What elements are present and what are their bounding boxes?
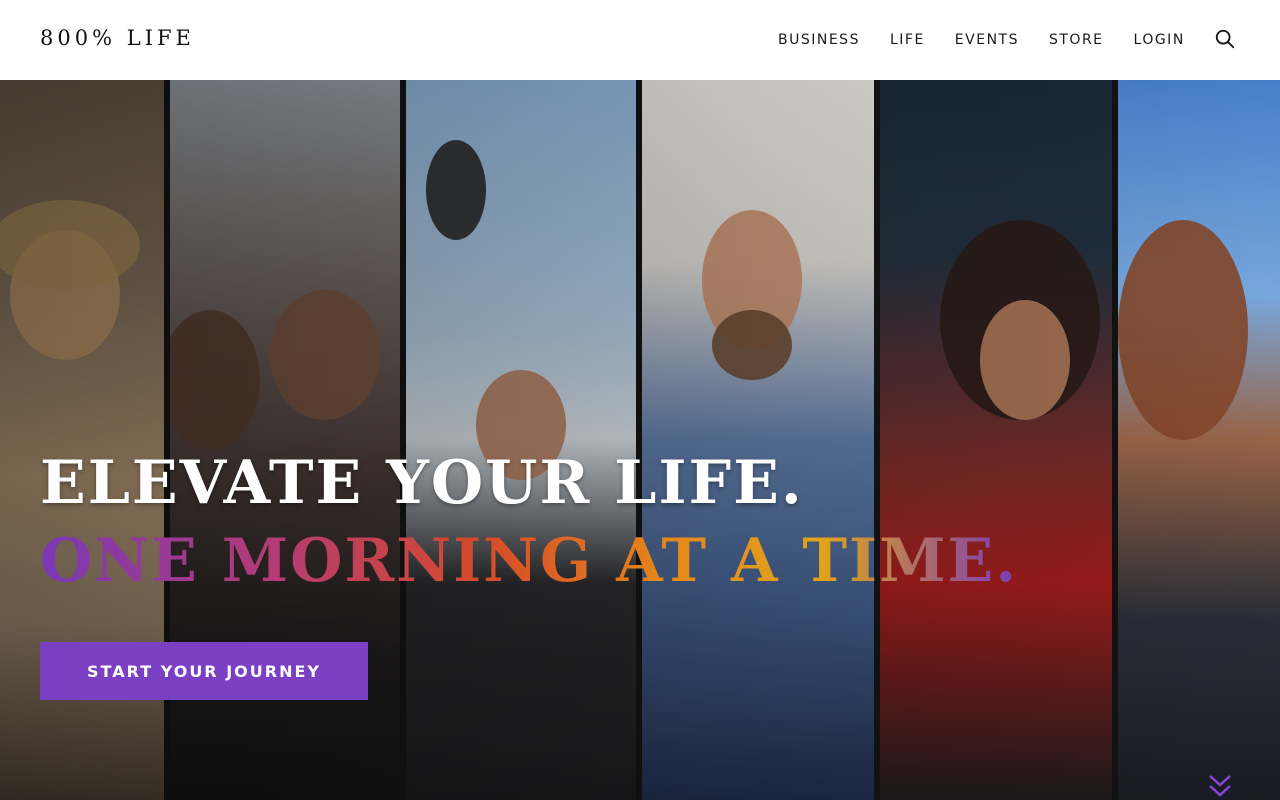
search-icon[interactable] (1214, 28, 1236, 50)
nav-business[interactable]: BUSINESS (778, 32, 860, 48)
hero-section: ELEVATE YOUR LIFE. ONE MORNING AT A TIME… (0, 80, 1280, 800)
site-header: 800% LIFE BUSINESS LIFE EVENTS STORE LOG… (0, 0, 1280, 80)
start-journey-button[interactable]: START YOUR JOURNEY (40, 642, 368, 700)
nav-login[interactable]: LOGIN (1134, 32, 1185, 48)
logo[interactable]: 800% LIFE (40, 26, 195, 50)
hero-headline: ELEVATE YOUR LIFE. (40, 448, 804, 518)
nav-store[interactable]: STORE (1049, 32, 1104, 48)
nav-events[interactable]: EVENTS (955, 32, 1019, 48)
hero-subheadline: ONE MORNING AT A TIME. (40, 526, 1019, 596)
main-nav: BUSINESS LIFE EVENTS STORE LOGIN (778, 32, 1215, 48)
chevron-down-icon[interactable] (1206, 772, 1234, 800)
nav-life[interactable]: LIFE (890, 32, 925, 48)
